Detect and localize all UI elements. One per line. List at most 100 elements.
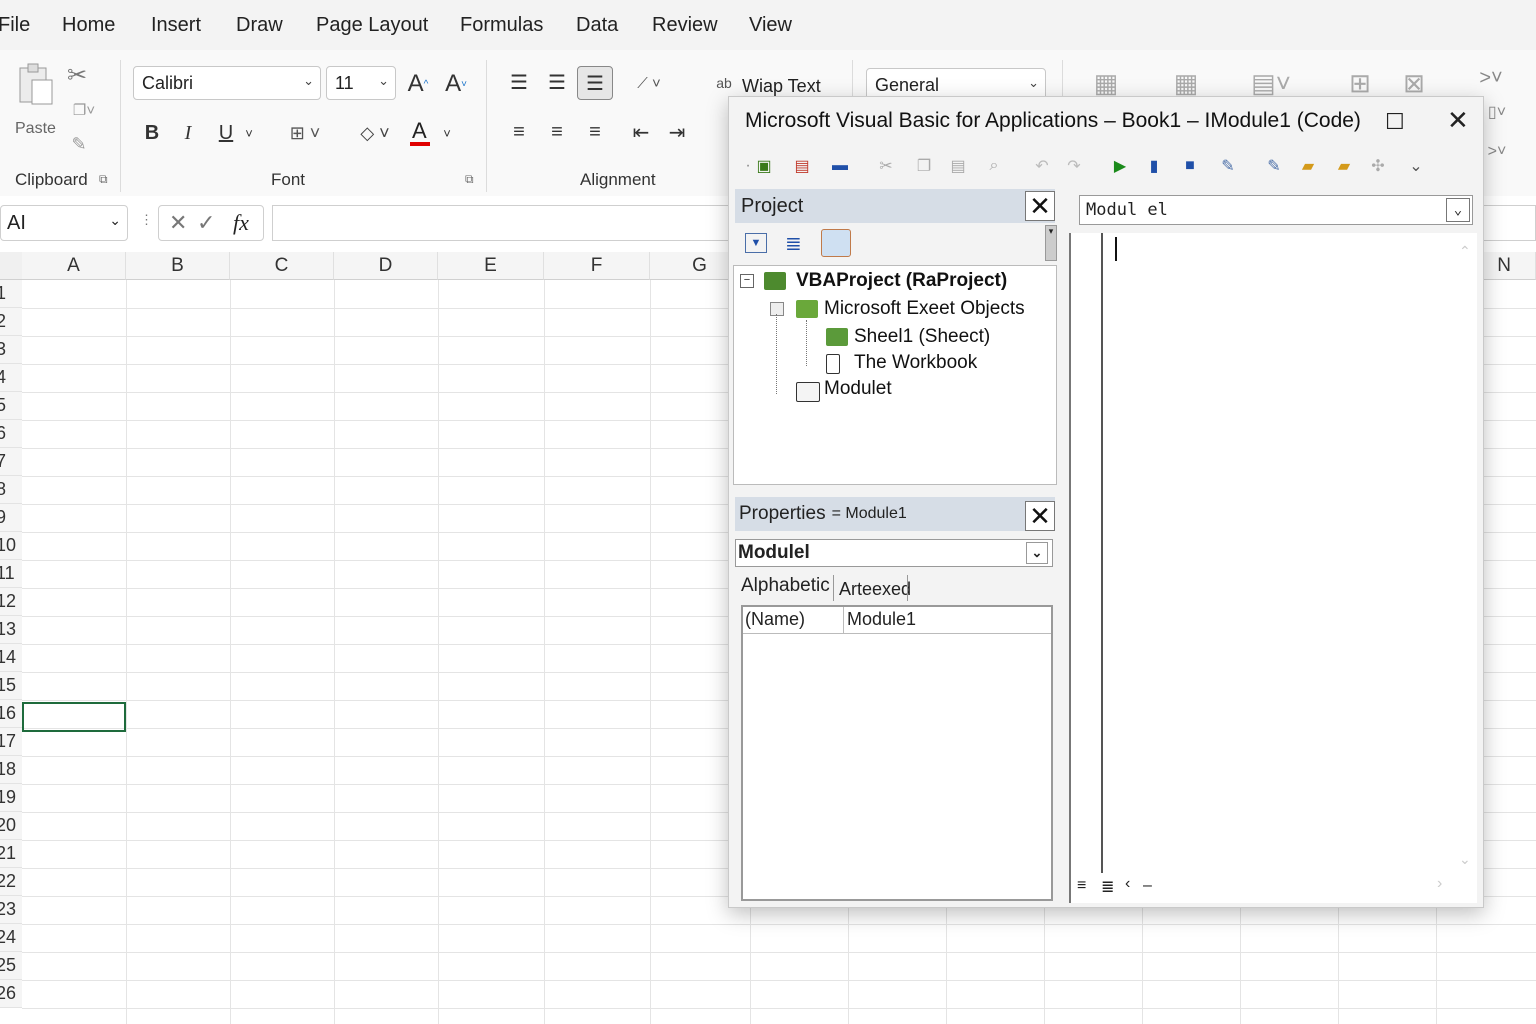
property-row[interactable]: (Name) Module1 (743, 607, 1051, 634)
run-icon[interactable]: ▶ (1109, 155, 1131, 177)
row-header[interactable]: 19 (0, 784, 22, 812)
row-header[interactable]: 20 (0, 812, 22, 840)
menu-page-layout[interactable]: Page Layout (316, 14, 428, 37)
font-name-combo[interactable]: Calibri ⌄ (133, 66, 321, 100)
font-color-icon[interactable]: A (408, 118, 432, 146)
row-header[interactable]: 21 (0, 840, 22, 868)
row-header[interactable]: 16 (0, 700, 22, 728)
row-header[interactable]: 24 (0, 924, 22, 952)
borders-icon[interactable]: ⊞ ˅ (280, 118, 330, 148)
tab-categorized[interactable]: Arteexed (839, 579, 911, 600)
scroll-up-icon[interactable]: ⌃ (1459, 243, 1471, 260)
row-header[interactable]: 25 (0, 952, 22, 980)
project-tree[interactable]: − VBAProject (RaProject) Microsoft Exeet… (733, 265, 1057, 485)
align-middle-icon[interactable]: ☰ (544, 70, 570, 94)
wrap-text-label[interactable]: Wiap Text (742, 76, 821, 97)
menu-view[interactable]: View (749, 14, 792, 37)
grow-font-icon[interactable]: A ^ (404, 68, 432, 100)
enter-icon[interactable]: ✓ (197, 210, 215, 236)
tab-alphabetic[interactable]: Alphabetic (741, 575, 830, 597)
view-excel-icon[interactable]: ▣ (753, 155, 775, 177)
chevron-down-icon[interactable]: ⌄ (1026, 542, 1048, 564)
scroll-left-icon[interactable]: ‹ (1125, 875, 1130, 893)
clipboard-launcher-icon[interactable]: ⧉ (99, 172, 108, 187)
menu-insert[interactable]: Insert (151, 14, 201, 37)
resize-handle-icon[interactable]: ⋮ (140, 212, 153, 228)
align-right-icon[interactable]: ≡ (582, 118, 608, 146)
project-explorer-icon[interactable]: ✎ (1263, 155, 1285, 177)
row-header[interactable]: 4 (0, 364, 22, 392)
align-top-icon[interactable]: ☰ (506, 70, 532, 94)
row-header[interactable]: 12 (0, 588, 22, 616)
maximize-icon[interactable]: ☐ (1385, 109, 1405, 135)
conditional-formatting-icon[interactable]: ▦ (1086, 66, 1126, 100)
insert-cells-icon[interactable]: ⊞ (1340, 66, 1380, 100)
code-editor[interactable]: ⌃ ⌄ ≡ ≣ ‹ – › (1069, 233, 1477, 903)
row-header[interactable]: 23 (0, 896, 22, 924)
column-header-c[interactable]: C (230, 252, 334, 280)
format-painter-icon[interactable]: ✎ (66, 132, 92, 156)
align-bottom-icon[interactable]: ☰ (577, 66, 613, 100)
toolbar-options-icon[interactable]: ⌄ (1405, 155, 1427, 177)
row-header[interactable]: 15 (0, 672, 22, 700)
row-header[interactable]: 17 (0, 728, 22, 756)
font-launcher-icon[interactable]: ⧉ (465, 172, 474, 187)
selected-cell[interactable] (22, 702, 126, 732)
select-all-corner[interactable] (0, 252, 22, 280)
collapse-icon[interactable]: − (740, 274, 754, 288)
tree-item-sheet1[interactable]: Sheel1 (Sheect) (854, 326, 990, 348)
paste-label[interactable]: Paste (15, 120, 56, 138)
tree-item-vbaproject[interactable]: VBAProject (RaProject) (796, 270, 1007, 292)
tree-item-workbook[interactable]: The Workbook (854, 352, 977, 374)
break-icon[interactable]: ▮ (1143, 155, 1165, 177)
insert-function-icon[interactable]: fx (233, 210, 249, 236)
properties-object-combo[interactable]: Modulel ⌄ (735, 539, 1053, 567)
shrink-font-icon[interactable]: A ˅ (442, 68, 470, 100)
column-header-b[interactable]: B (126, 252, 230, 280)
row-header[interactable]: 6 (0, 420, 22, 448)
chevron-right-icon[interactable]: >˅ (1474, 64, 1508, 92)
property-value[interactable]: Module1 (847, 609, 916, 630)
procedure-view-icon[interactable]: ≡ (1077, 877, 1086, 895)
align-center-icon[interactable]: ≡ (544, 118, 570, 146)
save-icon[interactable]: ▬ (829, 155, 851, 177)
full-module-view-icon[interactable]: ≣ (1101, 877, 1114, 897)
cancel-icon[interactable]: ✕ (169, 210, 187, 236)
find-icon[interactable]: ⌕ (983, 155, 1005, 177)
chevron-down-icon[interactable]: ˅ (438, 120, 456, 146)
copy-icon[interactable]: ❐˅ (64, 98, 104, 122)
copy-icon[interactable]: ❐ (913, 155, 935, 177)
align-left-icon[interactable]: ≡ (506, 118, 532, 146)
row-header[interactable]: 5 (0, 392, 22, 420)
menu-review[interactable]: Review (652, 14, 718, 37)
font-size-combo[interactable]: 11 ⌄ (326, 66, 396, 100)
properties-grid[interactable]: (Name) Module1 (741, 605, 1053, 901)
row-header[interactable]: 26 (0, 980, 22, 1008)
menu-file[interactable]: File (0, 14, 30, 37)
design-mode-icon[interactable]: ✎ (1217, 155, 1239, 177)
orientation-icon[interactable]: ⟋ ˅ (626, 70, 672, 96)
row-header[interactable]: 14 (0, 644, 22, 672)
row-header[interactable]: 13 (0, 616, 22, 644)
close-project-pane-icon[interactable]: ✕ (1025, 191, 1055, 221)
view-object-icon[interactable]: ≣ (785, 231, 802, 256)
reset-icon[interactable]: ■ (1179, 155, 1201, 177)
scrollbar-thumb[interactable]: – (1143, 877, 1152, 895)
insert-module-icon[interactable]: ▤ (791, 155, 813, 177)
tree-item-excel-objects[interactable]: Microsoft Exeet Objects (824, 298, 1025, 320)
fill-color-icon[interactable]: ◇ ˅ (350, 118, 400, 148)
view-code-icon[interactable]: ▼ (745, 233, 767, 253)
row-header[interactable]: 10 (0, 532, 22, 560)
row-header[interactable]: 7 (0, 448, 22, 476)
scroll-down-icon[interactable]: ⌄ (1459, 851, 1471, 868)
cut-icon[interactable]: ✂ (875, 155, 897, 177)
object-browser-icon[interactable]: ▰ (1333, 155, 1355, 177)
scroll-right-icon[interactable]: › (1437, 875, 1442, 893)
undo-icon[interactable]: ↶ (1031, 155, 1053, 177)
row-header[interactable]: 18 (0, 756, 22, 784)
cut-icon[interactable]: ✂ (64, 62, 90, 89)
column-header-f[interactable]: F (544, 252, 650, 280)
cell-styles-icon[interactable]: ▤˅ (1238, 66, 1304, 100)
vba-editor-window[interactable]: Microsoft Visual Basic for Applications … (728, 96, 1484, 908)
increase-indent-icon[interactable]: ⇥ (664, 118, 690, 146)
